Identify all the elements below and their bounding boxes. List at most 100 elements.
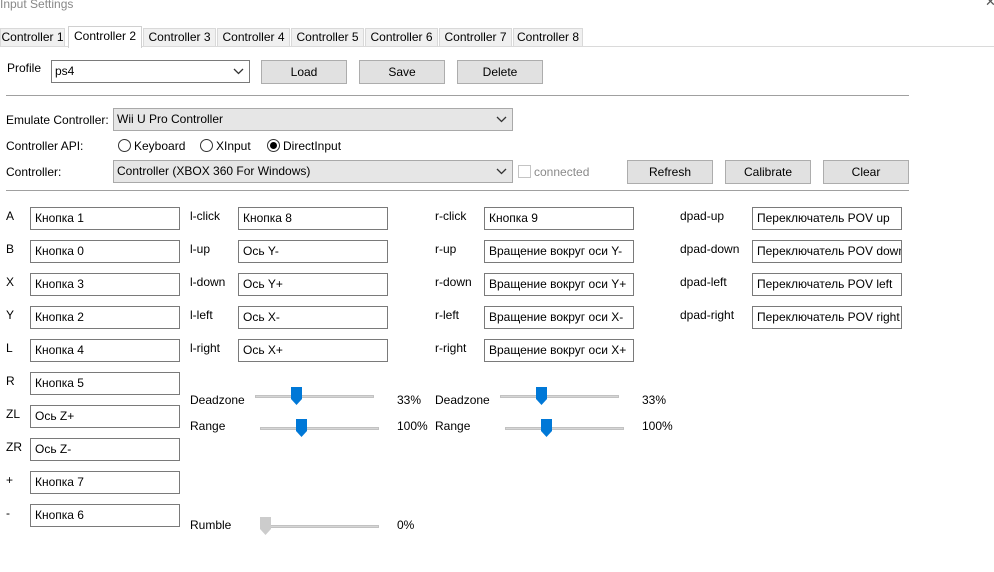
dpad-mapping-field[interactable]: Переключатель POV up (752, 207, 902, 230)
left-stick-mapping-field[interactable]: Ось X+ (238, 339, 388, 362)
chevron-down-icon (233, 61, 244, 82)
button-mapping-field[interactable]: Кнопка 6 (30, 504, 180, 527)
button-label: Y (6, 308, 15, 322)
button-label: ZR (6, 440, 22, 454)
left-deadzone-slider[interactable] (255, 395, 374, 398)
connected-checkbox[interactable] (518, 165, 531, 178)
right-stick-label: r-right (435, 341, 467, 355)
controller-value: Controller (XBOX 360 For Windows) (117, 164, 311, 178)
api-radio-xinput[interactable] (200, 139, 213, 152)
api-option-xinput: XInput (216, 139, 251, 153)
left-deadzone-label: Deadzone (190, 393, 245, 407)
right-range-slider[interactable] (505, 427, 624, 430)
right-range-label: Range (435, 419, 471, 433)
right-range-thumb[interactable] (540, 419, 552, 437)
left-stick-label: l-up (190, 242, 211, 256)
right-stick-label: r-click (435, 209, 467, 223)
delete-button[interactable]: Delete (457, 60, 543, 84)
profile-value: ps4 (55, 64, 75, 78)
tab-controller-6[interactable]: Controller 6 (365, 28, 438, 47)
right-stick-label: r-up (435, 242, 457, 256)
button-mapping-field[interactable]: Ось Z+ (30, 405, 180, 428)
emulate-controller-combo[interactable]: Wii U Pro Controller (113, 108, 513, 131)
button-mapping-field[interactable]: Кнопка 7 (30, 471, 180, 494)
right-stick-label: r-down (435, 275, 472, 289)
left-range-value: 100% (397, 419, 428, 433)
left-stick-mapping-field[interactable]: Ось Y- (238, 240, 388, 263)
separator (6, 190, 909, 191)
right-deadzone-slider[interactable] (500, 395, 619, 398)
clear-button[interactable]: Clear (823, 160, 909, 184)
tab-controller-5[interactable]: Controller 5 (291, 28, 364, 47)
right-stick-mapping-field[interactable]: Вращение вокруг оси X+ (484, 339, 634, 362)
left-range-thumb[interactable] (295, 419, 307, 437)
button-label: B (6, 242, 15, 256)
api-radio-directinput[interactable] (267, 139, 280, 152)
left-stick-label: l-left (190, 308, 213, 322)
separator (6, 95, 909, 96)
load-button[interactable]: Load (261, 60, 347, 84)
chevron-down-icon (496, 161, 507, 182)
profile-label: Profile (7, 61, 42, 75)
button-mapping-field[interactable]: Ось Z- (30, 438, 180, 461)
api-radio-keyboard[interactable] (118, 139, 131, 152)
left-range-slider[interactable] (260, 427, 379, 430)
close-icon[interactable]: ✕ (985, 0, 994, 10)
chevron-down-icon (496, 109, 507, 130)
left-stick-mapping-field[interactable]: Кнопка 8 (238, 207, 388, 230)
button-mapping-field[interactable]: Кнопка 4 (30, 339, 180, 362)
button-label: L (6, 341, 13, 355)
refresh-button[interactable]: Refresh (627, 160, 713, 184)
emulate-controller-value: Wii U Pro Controller (117, 112, 224, 126)
dpad-mapping-field[interactable]: Переключатель POV down (752, 240, 902, 263)
right-stick-mapping-field[interactable]: Кнопка 9 (484, 207, 634, 230)
right-deadzone-label: Deadzone (435, 393, 490, 407)
tab-controller-3[interactable]: Controller 3 (143, 28, 216, 47)
right-stick-mapping-field[interactable]: Вращение вокруг оси Y+ (484, 273, 634, 296)
rumble-thumb[interactable] (260, 517, 271, 535)
tab-controller-7[interactable]: Controller 7 (439, 28, 512, 47)
left-range-label: Range (190, 419, 226, 433)
tab-controller-8[interactable]: Controller 8 (513, 28, 583, 47)
tab-controller-2[interactable]: Controller 2 (68, 26, 142, 48)
button-label: A (6, 209, 15, 223)
controller-api-label: Controller API: (6, 139, 84, 153)
button-mapping-field[interactable]: Кнопка 3 (30, 273, 180, 296)
left-stick-mapping-field[interactable]: Ось Y+ (238, 273, 388, 296)
left-stick-label: l-click (190, 209, 220, 223)
api-option-directinput: DirectInput (283, 139, 342, 153)
tab-controller-1[interactable]: Controller 1 (0, 28, 65, 47)
left-stick-mapping-field[interactable]: Ось X- (238, 306, 388, 329)
right-deadzone-value: 33% (642, 393, 667, 407)
button-label: X (6, 275, 15, 289)
left-stick-label: l-right (190, 341, 221, 355)
dpad-label: dpad-up (680, 209, 725, 223)
left-deadzone-value: 33% (397, 393, 422, 407)
emulate-controller-label: Emulate Controller: (6, 113, 109, 127)
right-range-value: 100% (642, 419, 673, 433)
profile-combo[interactable]: ps4 (51, 60, 250, 83)
save-button[interactable]: Save (359, 60, 445, 84)
calibrate-button[interactable]: Calibrate (725, 160, 811, 184)
button-mapping-field[interactable]: Кнопка 0 (30, 240, 180, 263)
dpad-label: dpad-down (680, 242, 740, 256)
left-deadzone-thumb[interactable] (290, 387, 302, 405)
right-stick-mapping-field[interactable]: Вращение вокруг оси X- (484, 306, 634, 329)
dpad-mapping-field[interactable]: Переключатель POV right (752, 306, 902, 329)
dpad-mapping-field[interactable]: Переключатель POV left (752, 273, 902, 296)
tab-controller-4[interactable]: Controller 4 (217, 28, 290, 47)
controller-combo[interactable]: Controller (XBOX 360 For Windows) (113, 160, 513, 183)
button-label: + (6, 473, 14, 487)
button-mapping-field[interactable]: Кнопка 5 (30, 372, 180, 395)
button-label: - (6, 506, 10, 520)
connected-label: connected (534, 165, 590, 179)
button-mapping-field[interactable]: Кнопка 2 (30, 306, 180, 329)
api-option-keyboard: Keyboard (134, 139, 186, 153)
rumble-slider[interactable] (260, 525, 379, 528)
right-stick-label: r-left (435, 308, 459, 322)
button-mapping-field[interactable]: Кнопка 1 (30, 207, 180, 230)
right-deadzone-thumb[interactable] (535, 387, 547, 405)
right-stick-mapping-field[interactable]: Вращение вокруг оси Y- (484, 240, 634, 263)
window-title: Input Settings (0, 0, 74, 11)
rumble-label: Rumble (190, 518, 232, 532)
